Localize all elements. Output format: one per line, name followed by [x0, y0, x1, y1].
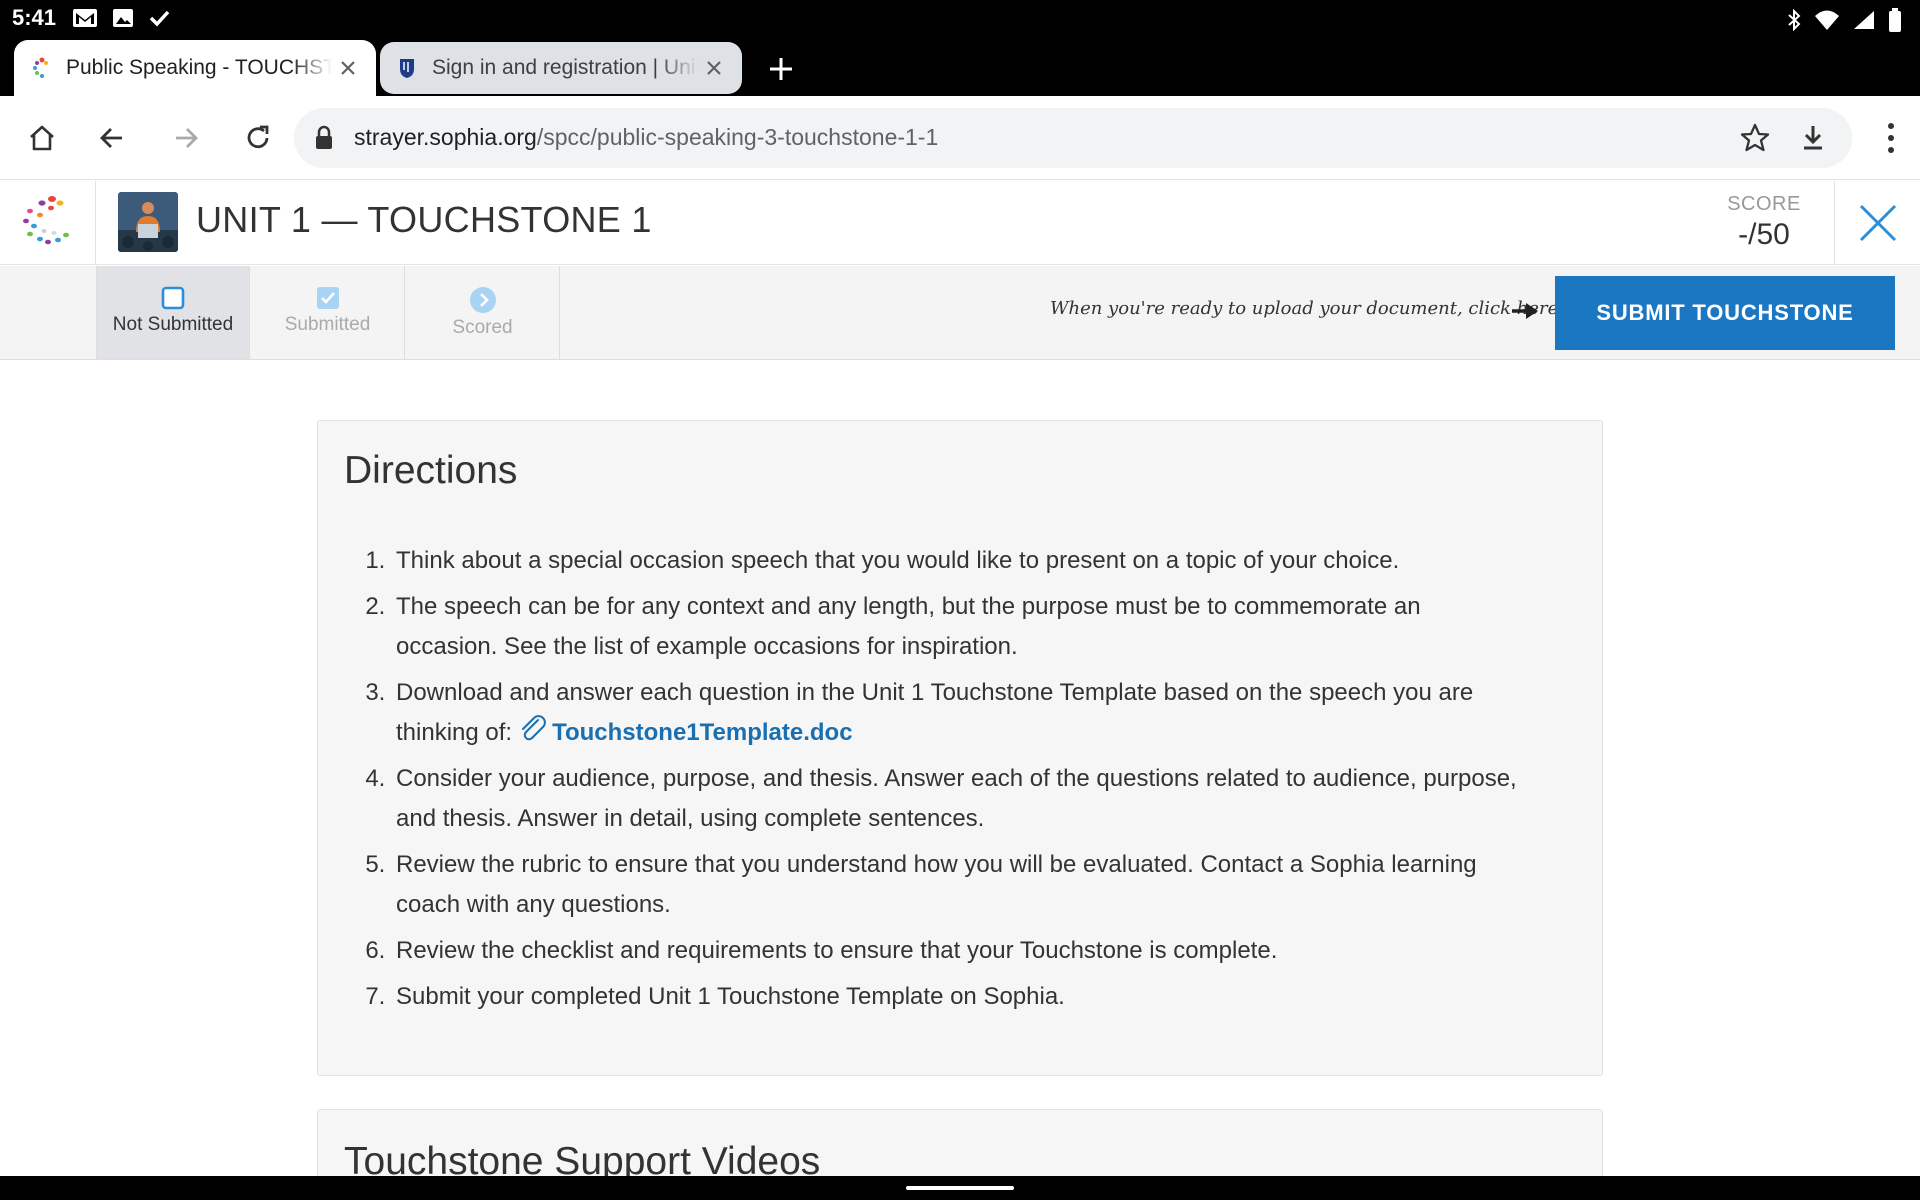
list-item: Think about a special occasion speech th…: [392, 541, 1522, 581]
directions-list: Think about a special occasion speech th…: [392, 541, 1522, 1023]
tab-public-speaking[interactable]: Public Speaking - TOUCHSTONE 1: [14, 40, 376, 96]
url-bar[interactable]: strayer.sophia.org/spcc/public-speaking-…: [294, 108, 1852, 168]
tab-sign-in[interactable]: Sign in and registration | Unity: [380, 42, 742, 94]
url-path: /spcc/public-speaking-3-touchstone-1-1: [536, 124, 939, 150]
new-tab-icon[interactable]: [766, 54, 796, 84]
url-text[interactable]: strayer.sophia.org/spcc/public-speaking-…: [354, 124, 938, 151]
touchstone-header: UNIT 1 — TOUCHSTONE 1 SCORE -/50: [0, 181, 1920, 265]
list-item: Review the rubric to ensure that you und…: [392, 845, 1522, 925]
browser-toolbar: strayer.sophia.org/spcc/public-speaking-…: [0, 96, 1920, 180]
score-value: -/50: [1738, 218, 1790, 251]
sophia-logo[interactable]: [0, 181, 96, 265]
sophia-favicon-icon: [33, 57, 48, 78]
bluetooth-icon: [1788, 9, 1801, 31]
speaker-podium-image: [118, 192, 178, 252]
bookmark-star-icon[interactable]: [1738, 121, 1772, 155]
step-not-submitted: Not Submitted: [96, 266, 250, 359]
step-label: Not Submitted: [112, 314, 234, 335]
forward-button[interactable]: [164, 116, 208, 160]
tab-title: Public Speaking - TOUCHSTONE 1: [66, 56, 332, 79]
list-item: Review the checklist and requirements to…: [392, 931, 1522, 971]
arrow-right-icon: [1512, 303, 1538, 319]
template-download-link[interactable]: Touchstone1Template.doc: [552, 719, 852, 746]
list-item: The speech can be for any context and an…: [392, 587, 1522, 667]
upload-hint-text: When you're ready to upload your documen…: [1050, 298, 1564, 319]
gmail-icon: [73, 9, 97, 27]
download-icon[interactable]: [1796, 121, 1830, 155]
reload-icon: [247, 125, 269, 149]
signal-icon: [1854, 11, 1874, 29]
step-label: Submitted: [284, 314, 371, 335]
score-label: SCORE: [1727, 193, 1801, 215]
submit-touchstone-button[interactable]: SUBMIT TOUCHSTONE: [1555, 276, 1895, 350]
empty-checkbox-icon: [161, 286, 185, 310]
arrow-left-icon: [100, 128, 122, 148]
close-tab-icon[interactable]: [704, 58, 724, 78]
step-label: Scored: [452, 317, 513, 338]
directions-card: Directions Think about a special occasio…: [317, 420, 1603, 1076]
list-item: Consider your audience, purpose, and the…: [392, 759, 1522, 839]
list-item: Submit your completed Unit 1 Touchstone …: [392, 977, 1522, 1017]
home-button[interactable]: [20, 116, 64, 160]
play-circle-icon: [469, 287, 496, 313]
home-icon: [30, 125, 54, 151]
score-display: SCORE -/50: [1700, 193, 1828, 252]
browser-tab-strip: Public Speaking - TOUCHSTONE 1 Sign in a…: [0, 38, 1920, 96]
check-icon: [149, 10, 170, 27]
submission-status-bar: Not Submitted Submitted Scored When you'…: [0, 266, 1920, 360]
list-item: Download and answer each question in the…: [392, 673, 1522, 753]
more-menu-icon[interactable]: [1876, 118, 1906, 158]
close-button[interactable]: [1834, 181, 1920, 265]
system-navigation-bar: [0, 1176, 1920, 1200]
page-title: UNIT 1 — TOUCHSTONE 1: [196, 199, 652, 240]
directions-heading: Directions: [344, 449, 518, 492]
close-icon: [1859, 204, 1896, 242]
image-icon: [113, 9, 133, 27]
wifi-icon: [1815, 10, 1839, 30]
tab-title: Sign in and registration | Unity: [432, 56, 698, 79]
close-tab-icon[interactable]: [338, 58, 358, 78]
shield-favicon-icon: [400, 59, 414, 78]
system-status-bar: 5:41: [0, 0, 1920, 38]
url-domain: strayer.sophia.org: [354, 124, 537, 150]
back-button[interactable]: [90, 116, 134, 160]
step-submitted: Submitted: [251, 266, 405, 359]
home-gesture-pill[interactable]: [906, 1186, 1014, 1190]
battery-icon: [1889, 8, 1901, 32]
arrow-right-icon: [176, 128, 198, 148]
course-thumbnail: [118, 192, 178, 252]
clock: 5:41: [12, 5, 57, 30]
step-scored: Scored: [406, 266, 560, 359]
lock-icon[interactable]: [314, 125, 334, 151]
reload-button[interactable]: [236, 116, 280, 160]
checked-checkbox-icon: [316, 287, 339, 309]
paperclip-icon: [522, 715, 546, 741]
sophia-logo-icon: [23, 196, 69, 245]
